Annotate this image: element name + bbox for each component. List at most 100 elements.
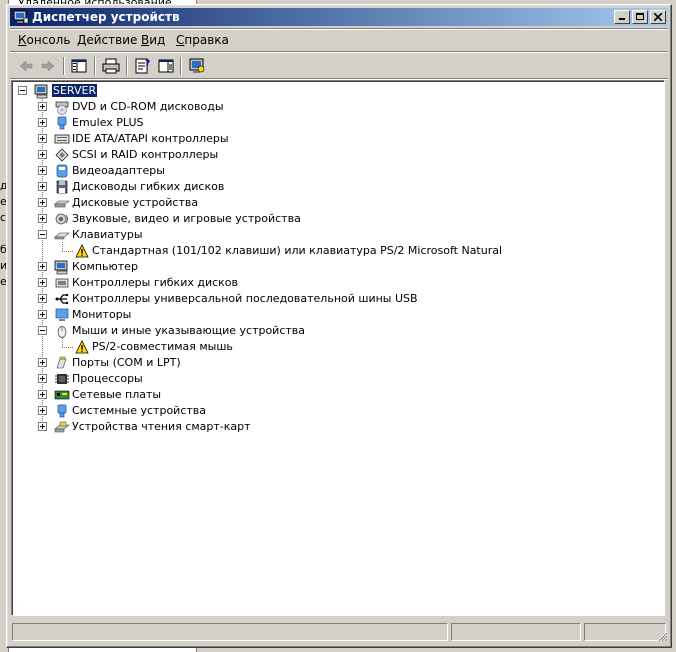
disk-drive-icon xyxy=(54,200,70,208)
processor-icon xyxy=(55,374,69,384)
expand-icon[interactable] xyxy=(38,214,47,223)
tree-item[interactable]: Звуковые, видео и игровые устройства xyxy=(12,211,652,227)
expand-icon[interactable] xyxy=(38,422,47,431)
toolbar-separator xyxy=(126,57,128,75)
tree-item[interactable]: Дисководы гибких дисков xyxy=(12,179,652,195)
tree-item[interactable]: DVD и CD-ROM дисководы xyxy=(12,99,652,115)
cdrom-icon xyxy=(55,101,69,115)
expand-icon[interactable] xyxy=(38,262,47,271)
device-tree[interactable]: SERVER DVD и CD-ROM дисководы Emulex PLUS I… xyxy=(11,80,665,616)
tree-item[interactable]: Процессоры xyxy=(12,371,652,387)
warning-icon xyxy=(75,340,89,354)
keyboard-icon xyxy=(54,232,70,240)
tree-item[interactable]: Контроллеры гибких дисков xyxy=(12,275,652,291)
scsi-controller-icon xyxy=(55,148,69,162)
tree-connector xyxy=(62,251,73,252)
menu-item-1[interactable]: Действие xyxy=(77,33,137,47)
tree-item-label: Стандартная (101/102 клавиши) или клавиа… xyxy=(92,244,503,257)
minimize-button[interactable] xyxy=(614,10,630,24)
tree-root[interactable]: SERVER xyxy=(12,83,652,99)
back-icon[interactable] xyxy=(16,56,36,76)
tree-item[interactable]: Дисковые устройства xyxy=(12,195,652,211)
tree-item-label: PS/2-совместимая мышь xyxy=(92,340,233,353)
toolbar: ? xyxy=(10,54,668,78)
show-hide-tree-icon[interactable] xyxy=(69,56,89,76)
expand-icon[interactable] xyxy=(38,102,47,111)
forward-icon[interactable] xyxy=(38,56,58,76)
expand-icon[interactable] xyxy=(38,310,47,319)
toolbar-separator xyxy=(180,57,182,75)
collapse-icon[interactable] xyxy=(38,230,47,239)
maximize-button[interactable] xyxy=(632,10,648,24)
help-pane-icon[interactable] xyxy=(156,56,176,76)
tree-item[interactable]: Порты (COM и LPT) xyxy=(12,355,652,371)
close-icon xyxy=(653,12,663,22)
expand-icon[interactable] xyxy=(38,374,47,383)
tree-item-label: Контроллеры универсальной последовательн… xyxy=(72,292,418,305)
ide-controller-icon xyxy=(54,134,70,144)
properties-icon[interactable]: ? xyxy=(132,56,152,76)
tree-item-label: Клавиатуры xyxy=(72,228,143,241)
expand-icon[interactable] xyxy=(38,358,47,367)
device-manager-window: Диспетчер устройств Консоль Действие Вид Сп… xyxy=(6,4,672,648)
collapse-icon[interactable] xyxy=(38,326,47,335)
tree-item[interactable]: SCSI и RAID контроллеры xyxy=(12,147,652,163)
tree-item[interactable]: Мониторы xyxy=(12,307,652,323)
expand-icon[interactable] xyxy=(38,198,47,207)
menu-item-2[interactable]: Вид xyxy=(141,33,165,47)
device-manager-icon xyxy=(13,10,29,24)
menu-item-label: ействие xyxy=(86,33,138,47)
print-icon[interactable] xyxy=(101,56,121,76)
menu-item-3[interactable]: Справка xyxy=(176,33,229,47)
expand-icon[interactable] xyxy=(38,294,47,303)
scan-hardware-icon[interactable] xyxy=(187,56,207,76)
title-bar[interactable]: Диспетчер устройств xyxy=(10,8,668,26)
device-icon xyxy=(57,116,67,130)
expand-icon[interactable] xyxy=(38,166,47,175)
tree-item-label: Порты (COM и LPT) xyxy=(72,356,181,369)
tree-item-label: Emulex PLUS xyxy=(72,116,144,129)
close-button[interactable] xyxy=(650,10,666,24)
tree-item[interactable]: Системные устройства xyxy=(12,403,652,419)
tree-item-label: IDE ATA/ATAPI контроллеры xyxy=(72,132,229,145)
window-title: Диспетчер устройств xyxy=(32,10,180,24)
status-panel-main xyxy=(12,623,448,641)
tree-item[interactable]: Устройства чтения смарт-карт xyxy=(12,419,652,435)
menu-item-0[interactable]: Консоль xyxy=(18,33,70,47)
usb-icon xyxy=(55,294,69,305)
tree-item[interactable]: Сетевые платы xyxy=(12,387,652,403)
tree-item-label: Компьютер xyxy=(72,260,138,273)
menu-bottom-divider xyxy=(10,51,668,53)
tree-child-item[interactable]: PS/2-совместимая мышь xyxy=(12,339,652,355)
tree-item[interactable]: Контроллеры универсальной последовательн… xyxy=(12,291,652,307)
tree-item-label: Системные устройства xyxy=(72,404,206,417)
expand-icon[interactable] xyxy=(38,134,47,143)
tree-item[interactable]: IDE ATA/ATAPI контроллеры xyxy=(12,131,652,147)
resize-grip-icon[interactable] xyxy=(656,630,668,642)
sound-icon xyxy=(55,213,68,225)
collapse-icon[interactable] xyxy=(18,86,27,95)
expand-icon[interactable] xyxy=(38,278,47,287)
tree-connector xyxy=(62,242,63,251)
expand-icon[interactable] xyxy=(38,182,47,191)
floppy-drive-icon xyxy=(56,180,68,194)
menu-item-accelerator: В xyxy=(141,33,150,47)
tree-item-label: SCSI и RAID контроллеры xyxy=(72,148,219,161)
tree-item-label: Устройства чтения смарт-карт xyxy=(72,420,251,433)
expand-icon[interactable] xyxy=(38,150,47,159)
expand-icon[interactable] xyxy=(38,406,47,415)
minimize-icon xyxy=(619,18,625,20)
tree-item[interactable]: Видеоадаптеры xyxy=(12,163,652,179)
tree-connector xyxy=(62,338,63,347)
tree-child-item[interactable]: Стандартная (101/102 клавиши) или клавиа… xyxy=(12,243,652,259)
tree-item[interactable]: Клавиатуры xyxy=(12,227,652,243)
expand-icon[interactable] xyxy=(38,118,47,127)
expand-icon[interactable] xyxy=(38,390,47,399)
tree-item[interactable]: Emulex PLUS xyxy=(12,115,652,131)
tree-item-label: SERVER xyxy=(52,84,98,97)
tree-item-label: Сетевые платы xyxy=(72,388,162,401)
tree-item-label: Дисководы гибких дисков xyxy=(72,180,225,193)
tree-item[interactable]: Компьютер xyxy=(12,259,652,275)
tree-item-label: Процессоры xyxy=(72,372,143,385)
tree-item[interactable]: Мыши и иные указывающие устройства xyxy=(12,323,652,339)
